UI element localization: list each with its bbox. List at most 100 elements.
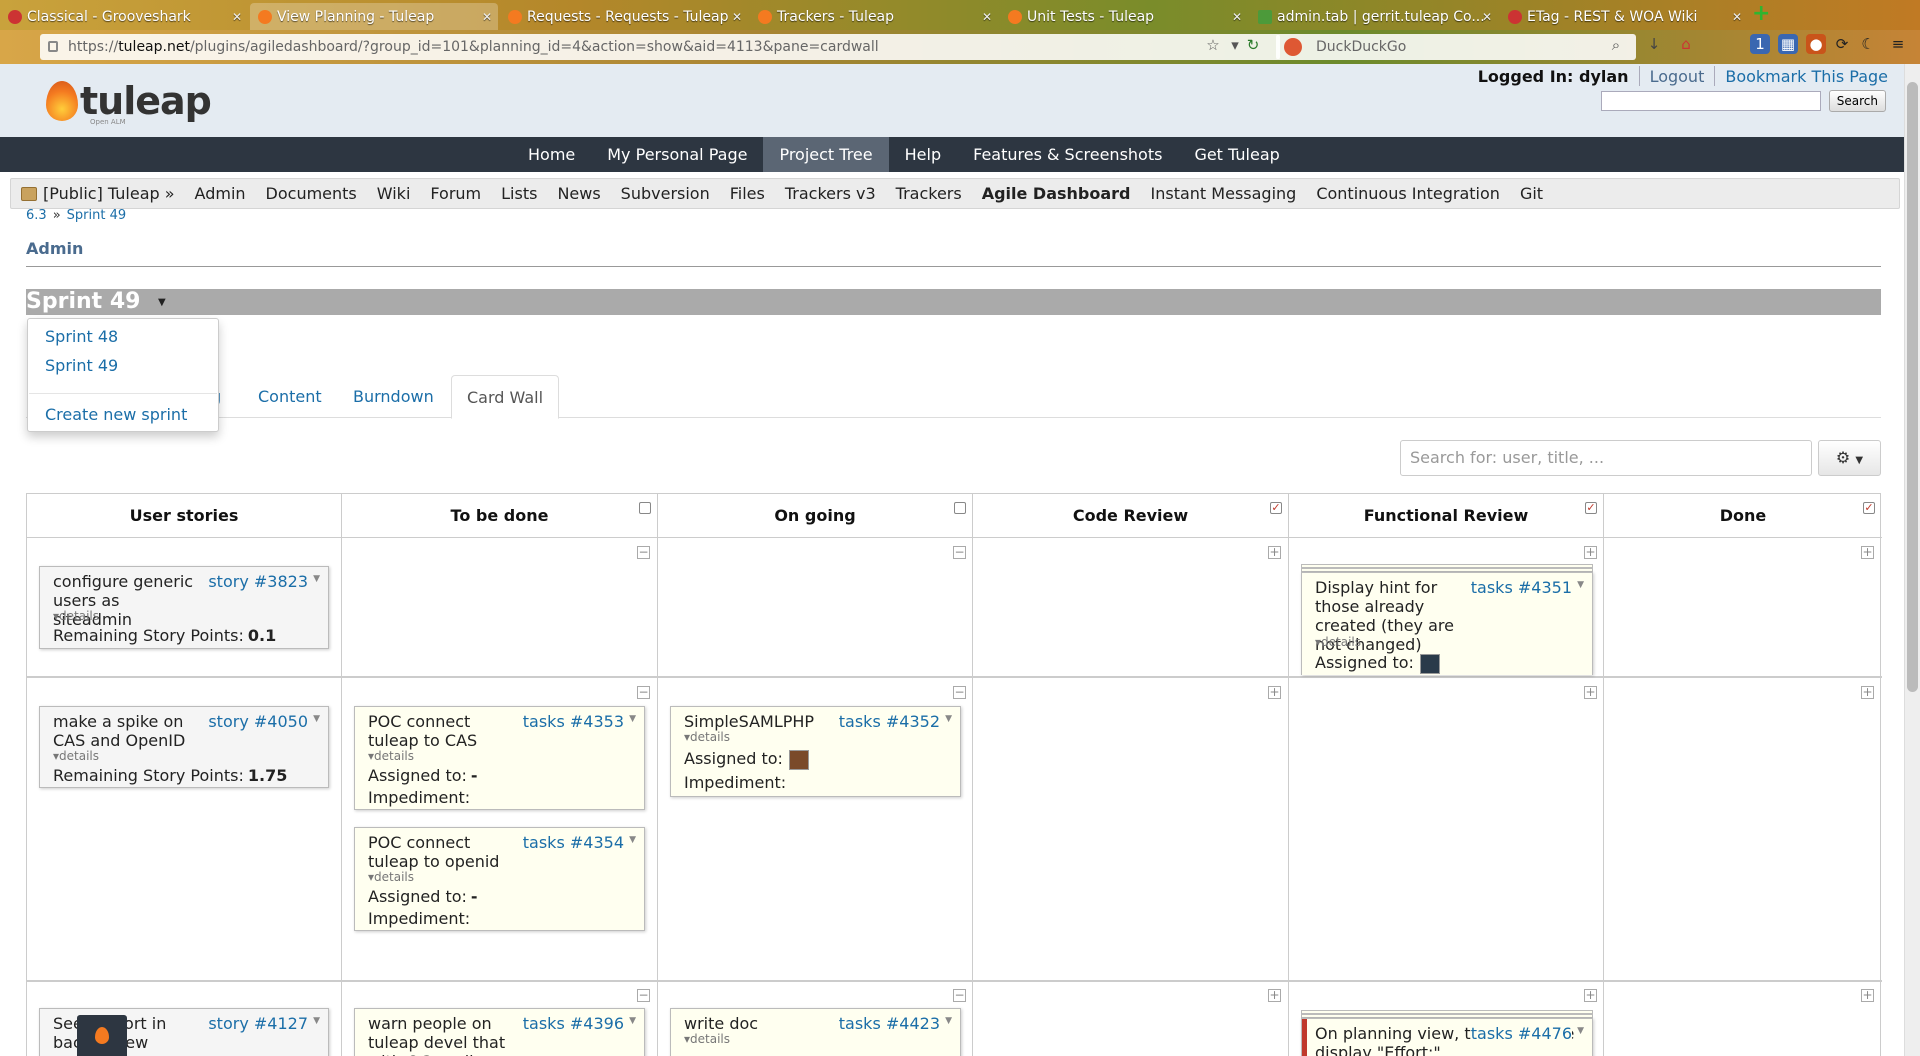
project-nav-git[interactable]: Git bbox=[1510, 184, 1553, 203]
breadcrumb-release[interactable]: 6.3 bbox=[26, 208, 47, 223]
details-toggle[interactable]: ▾details bbox=[53, 749, 99, 763]
project-nav-trackers[interactable]: Trackers bbox=[886, 184, 972, 203]
nav-get-tuleap[interactable]: Get Tuleap bbox=[1178, 137, 1295, 172]
scrollbar-thumb[interactable] bbox=[1907, 82, 1918, 692]
caret-down-icon[interactable]: ▼ bbox=[313, 574, 320, 584]
reload-icon[interactable]: ↻ bbox=[1244, 36, 1262, 54]
breadcrumb-sprint[interactable]: Sprint 49 bbox=[67, 208, 126, 223]
browser-tab[interactable]: Requests - Requests - Tuleap ✕ bbox=[500, 3, 748, 30]
task-card[interactable]: POC connect tuleap to CAS tasks #4353 ▼ … bbox=[354, 706, 645, 810]
project-nav-trackers-v3[interactable]: Trackers v3 bbox=[775, 184, 886, 203]
card-id-link[interactable]: tasks #4351 bbox=[1471, 578, 1572, 597]
download-icon[interactable]: ↓ bbox=[1644, 34, 1664, 54]
nav-home[interactable]: Home bbox=[512, 137, 591, 172]
task-card[interactable]: write doc tasks #4423 ▼ ▾details bbox=[670, 1008, 961, 1056]
project-nav-forum[interactable]: Forum bbox=[420, 184, 491, 203]
nav-project-tree[interactable]: Project Tree bbox=[763, 137, 889, 172]
close-tab-icon[interactable]: ✕ bbox=[1732, 10, 1742, 24]
add-icon[interactable]: + bbox=[1861, 686, 1874, 699]
tab-burndown[interactable]: Burndown bbox=[338, 375, 449, 418]
caret-down-icon[interactable]: ▼ bbox=[629, 1016, 636, 1026]
tuleap-help-badge[interactable] bbox=[77, 1015, 127, 1056]
close-tab-icon[interactable]: ✕ bbox=[232, 10, 242, 24]
url-field[interactable]: https://tuleap.net/plugins/agiledashboar… bbox=[40, 34, 1280, 60]
browser-tab[interactable]: Unit Tests - Tuleap ✕ bbox=[1000, 3, 1248, 30]
task-card[interactable]: SimpleSAMLPHP tasks #4352 ▼ ▾details Ass… bbox=[670, 706, 961, 797]
card-id-link[interactable]: story #3823 bbox=[208, 572, 308, 591]
card-search-input[interactable]: Search for: user, title, ... bbox=[1400, 440, 1812, 476]
tab-card-wall[interactable]: Card Wall bbox=[451, 375, 560, 419]
star-icon[interactable]: ☆ bbox=[1204, 36, 1222, 54]
site-search-input[interactable] bbox=[1600, 91, 1821, 111]
task-card[interactable]: Display hint for those already created (… bbox=[1301, 572, 1593, 675]
add-icon[interactable]: + bbox=[1268, 686, 1281, 699]
dropdown-icon[interactable]: ▾ bbox=[1226, 36, 1244, 54]
details-toggle[interactable]: ▾details bbox=[368, 870, 414, 884]
add-icon[interactable]: + bbox=[1268, 546, 1281, 559]
addon-icon[interactable]: 1 bbox=[1750, 34, 1770, 54]
task-card[interactable]: warn people on tuleap devel that with 6.… bbox=[354, 1008, 645, 1056]
collapse-column-checkbox[interactable]: ✓ bbox=[1585, 502, 1597, 514]
project-nav-wiki[interactable]: Wiki bbox=[367, 184, 421, 203]
card-id-link[interactable]: tasks #4354 bbox=[523, 833, 624, 852]
addon-icon[interactable]: ● bbox=[1806, 34, 1826, 54]
close-tab-icon[interactable]: ✕ bbox=[982, 10, 992, 24]
details-toggle[interactable]: ▾details bbox=[1315, 635, 1361, 649]
logout-link[interactable]: Logout bbox=[1650, 67, 1705, 86]
site-search-button[interactable]: Search bbox=[1828, 90, 1886, 112]
card-id-link[interactable]: tasks #4423 bbox=[839, 1014, 940, 1033]
sync-icon[interactable]: ⟳ bbox=[1832, 34, 1852, 54]
nav-help[interactable]: Help bbox=[889, 137, 957, 172]
card-id-link[interactable]: tasks #4476 bbox=[1470, 1024, 1572, 1043]
menu-item-sprint-49[interactable]: Sprint 49 bbox=[45, 356, 118, 375]
menu-icon[interactable]: ≡ bbox=[1888, 34, 1908, 54]
search-engine-field[interactable]: DuckDuckGo bbox=[1276, 34, 1636, 60]
moon-icon[interactable]: ☾ bbox=[1858, 34, 1878, 54]
details-toggle[interactable]: ▾details bbox=[53, 609, 99, 623]
project-nav-admin[interactable]: Admin bbox=[185, 184, 256, 203]
browser-tab[interactable]: View Planning - Tuleap ✕ bbox=[250, 3, 498, 30]
project-nav-subversion[interactable]: Subversion bbox=[611, 184, 720, 203]
story-card[interactable]: configure generic users as siteadmin sto… bbox=[39, 566, 329, 649]
project-nav-documents[interactable]: Documents bbox=[256, 184, 367, 203]
add-icon[interactable]: + bbox=[1584, 989, 1597, 1002]
settings-button[interactable]: ⚙ ▼ bbox=[1818, 440, 1881, 476]
caret-down-icon[interactable]: ▼ bbox=[158, 297, 166, 308]
caret-down-icon[interactable]: ▼ bbox=[313, 1016, 320, 1026]
caret-down-icon[interactable]: ▼ bbox=[313, 714, 320, 724]
close-tab-icon[interactable]: ✕ bbox=[1482, 10, 1492, 24]
close-tab-icon[interactable]: ✕ bbox=[1232, 10, 1242, 24]
card-id-link[interactable]: tasks #4353 bbox=[523, 712, 624, 731]
collapse-icon[interactable]: − bbox=[953, 686, 966, 699]
add-icon[interactable]: + bbox=[1584, 546, 1597, 559]
project-nav-continuous-integration[interactable]: Continuous Integration bbox=[1306, 184, 1510, 203]
caret-down-icon[interactable]: ▼ bbox=[945, 714, 952, 724]
caret-down-icon[interactable]: ▼ bbox=[1577, 580, 1584, 590]
bookmark-link[interactable]: Bookmark This Page bbox=[1725, 67, 1888, 86]
caret-down-icon[interactable]: ▼ bbox=[945, 1016, 952, 1026]
story-card[interactable]: make a spike on CAS and OpenID story #40… bbox=[39, 706, 329, 788]
browser-tab[interactable]: Classical - Grooveshark ✕ bbox=[0, 3, 248, 30]
magnifier-icon[interactable]: ⌕ bbox=[1607, 36, 1625, 54]
card-id-link[interactable]: tasks #4352 bbox=[839, 712, 940, 731]
task-card[interactable]: On planning view, the milestone display … bbox=[1301, 1018, 1593, 1056]
close-tab-icon[interactable]: ✕ bbox=[732, 10, 742, 24]
details-toggle[interactable]: ▾details bbox=[368, 749, 414, 763]
details-toggle[interactable]: ▾details bbox=[684, 730, 730, 744]
collapse-column-checkbox[interactable]: ✓ bbox=[1270, 502, 1282, 514]
close-tab-icon[interactable]: ✕ bbox=[482, 10, 492, 24]
collapse-icon[interactable]: − bbox=[637, 989, 650, 1002]
task-card[interactable]: POC connect tuleap to openid tasks #4354… bbox=[354, 827, 645, 931]
tuleap-logo[interactable]: tuleap Open ALM bbox=[46, 78, 212, 126]
collapse-column-checkbox[interactable]: ✓ bbox=[1863, 502, 1875, 514]
collapse-icon[interactable]: − bbox=[953, 546, 966, 559]
menu-item-sprint-48[interactable]: Sprint 48 bbox=[45, 327, 118, 346]
project-nav-instant-messaging[interactable]: Instant Messaging bbox=[1141, 184, 1307, 203]
nav-features[interactable]: Features & Screenshots bbox=[957, 137, 1178, 172]
caret-down-icon[interactable]: ▼ bbox=[1577, 1026, 1584, 1036]
collapse-column-checkbox[interactable] bbox=[639, 502, 651, 514]
collapse-icon[interactable]: − bbox=[637, 546, 650, 559]
browser-tab[interactable]: Trackers - Tuleap ✕ bbox=[750, 3, 998, 30]
nav-my-personal-page[interactable]: My Personal Page bbox=[591, 137, 763, 172]
caret-down-icon[interactable]: ▼ bbox=[629, 714, 636, 724]
